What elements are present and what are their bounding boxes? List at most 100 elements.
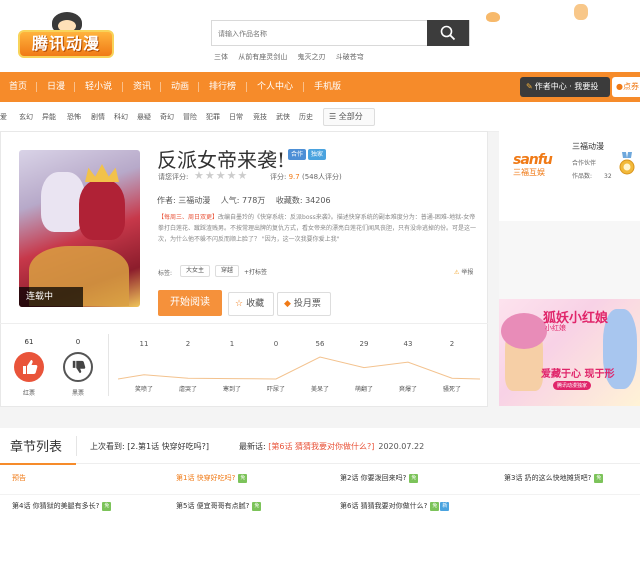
rate-label: 请您评分: <box>158 173 189 181</box>
chapter-link[interactable]: 第6话 猜猜我要对你做什么? 免新 <box>340 501 450 511</box>
header: 腾讯动漫 三体 从前有座灵剑山 鬼灭之刃 斗破苍穹 <box>0 0 640 72</box>
hot-word[interactable]: 斗破苍穹 <box>336 53 364 61</box>
popularity: 人气: 778万 <box>220 196 266 205</box>
emotion-chill[interactable]: 1 寒到了 <box>212 340 252 393</box>
start-reading-button[interactable]: 开始阅读 <box>158 290 222 316</box>
nav-personal-center[interactable]: 个人中心 <box>257 72 293 102</box>
black-vote-count: 0 <box>75 338 81 346</box>
author-center-button[interactable]: ✎ 作者中心 · 我要投 <box>520 77 610 97</box>
chapter-link[interactable]: 预告 <box>12 473 26 483</box>
author-name: 作者: 三福动漫 <box>157 196 211 205</box>
new-badge: 新 <box>440 501 450 511</box>
category-item[interactable]: 竞技 <box>253 102 267 132</box>
free-badge: 免 <box>594 473 604 483</box>
emotion-scared[interactable]: 0 吓尿了 <box>256 340 296 393</box>
chapter-link[interactable]: 第5话 便宜哥哥有点腻? 免 <box>176 501 262 511</box>
hot-word[interactable]: 鬼灭之刃 <box>297 53 325 61</box>
category-item[interactable]: 爱 <box>0 102 7 132</box>
tag-chip[interactable]: 大女主 <box>180 265 211 277</box>
hot-searches: 三体 从前有座灵剑山 鬼灭之刃 斗破苍穹 <box>214 52 372 62</box>
tags-label: 标签: <box>158 270 173 277</box>
category-item[interactable]: 悬疑 <box>137 102 151 132</box>
emotion-awesome[interactable]: 43 爽爆了 <box>388 340 428 393</box>
black-vote-label: 黑票 <box>71 390 84 397</box>
category-item[interactable]: 武侠 <box>276 102 290 132</box>
category-item[interactable]: 历史 <box>299 102 313 132</box>
category-item[interactable]: 冒险 <box>183 102 197 132</box>
nav-news[interactable]: 资讯 <box>133 72 151 102</box>
all-categories-button[interactable]: ☰ 全部分 <box>323 108 375 126</box>
report-button[interactable]: ⚠ 举报 <box>454 267 473 276</box>
search-button[interactable] <box>427 20 469 46</box>
category-item[interactable]: 玄幻 <box>19 102 33 132</box>
category-item[interactable]: 科幻 <box>114 102 128 132</box>
logo-text: 腾讯动漫 <box>31 34 100 53</box>
site-logo[interactable]: 腾讯动漫 <box>18 12 114 62</box>
list-icon: ☰ <box>329 112 339 121</box>
red-vote-count: 61 <box>24 338 34 346</box>
nav-light-novel[interactable]: 轻小说 <box>85 72 112 102</box>
chapter-header: 章节列表 上次看到: [2.第1话 快穿好吃吗?] 最新话: [第6话 猜猜我要… <box>0 428 640 465</box>
star-icon: ☆ <box>235 299 244 309</box>
ticket-icon: ◆ <box>284 299 291 309</box>
emotion-sassy[interactable]: 2 骚死了 <box>432 340 472 393</box>
thumbs-up-icon <box>14 352 44 382</box>
collect-button[interactable]: ☆ 收藏 <box>228 292 274 316</box>
promo-slogan: 爱藏于心 现于形 <box>541 369 615 380</box>
tag-chip[interactable]: 穿越 <box>215 265 240 277</box>
promo-subtitle: 小红娘 <box>545 324 566 332</box>
nav-japanese-comics[interactable]: 日漫 <box>47 72 65 102</box>
category-item[interactable]: 恐怖 <box>67 102 81 132</box>
nav-ranking[interactable]: 排行榜 <box>209 72 236 102</box>
chapter-section-title: 章节列表 <box>10 440 63 455</box>
nav-animation[interactable]: 动画 <box>171 72 189 102</box>
nav-home[interactable]: 首页 <box>9 72 27 102</box>
category-item[interactable]: 日常 <box>229 102 243 132</box>
main-nav: 首页 日漫 轻小说 资讯 动画 排行榜 个人中心 手机版 ✎ 作者中心 · 我要投… <box>0 72 640 102</box>
coop-badge: 合作 <box>288 149 307 160</box>
author-logo[interactable]: sanfu 三福互娱 <box>513 153 557 181</box>
comic-cover[interactable]: 连载中 <box>19 150 140 307</box>
chapter-link[interactable]: 第4话 你猜狱的美腿有多长? 免 <box>12 501 112 511</box>
emotion-laugh[interactable]: 11 笑喷了 <box>124 340 164 393</box>
latest-chapter[interactable]: 最新话: [第6话 猜猜我要对你做什么?] 2020.07.22 <box>239 441 424 452</box>
hot-word[interactable]: 从前有座灵剑山 <box>238 53 287 61</box>
author-panel-name[interactable]: 三福动漫 <box>572 141 604 152</box>
comic-meta: 作者: 三福动漫 人气: 778万 收藏数: 34206 <box>157 195 339 206</box>
nav-mobile[interactable]: 手机版 <box>314 72 341 102</box>
points-button[interactable]: ●点券 <box>612 77 640 97</box>
black-vote[interactable]: 0 黑票 <box>58 338 98 397</box>
category-item[interactable]: 奇幻 <box>160 102 174 132</box>
emotion-beautiful[interactable]: 56 美呆了 <box>300 340 340 393</box>
emotion-cute[interactable]: 29 萌翻了 <box>344 340 384 393</box>
chapter-link[interactable]: 第2话 你要泼回来吗? 免 <box>340 473 419 483</box>
category-item[interactable]: 剧情 <box>91 102 105 132</box>
chapter-link[interactable]: 第3话 扔的这么快地摊货吧? 免 <box>504 473 604 483</box>
medal-icon <box>619 152 635 175</box>
author-panel: sanfu 三福互娱 三福动漫 合作伙伴 作品数: 32 <box>499 131 640 221</box>
last-read[interactable]: 上次看到: [2.第1话 快穿好吃吗?] <box>90 441 209 452</box>
comic-description: 【每周三、周日双更】改编自墨玲的《快穿系统：反派boss来袭》。描述快穿系统的副… <box>158 214 477 243</box>
author-role: 合作伙伴 <box>572 160 597 167</box>
search-input[interactable] <box>212 22 428 46</box>
pen-icon: ✎ <box>526 82 533 91</box>
promo-banner[interactable]: 狐妖小红娘 小红娘 爱藏于心 现于形 腾讯动漫独家 <box>499 299 640 406</box>
free-badge: 免 <box>252 501 262 511</box>
emotion-trend-line <box>118 356 480 380</box>
category-item[interactable]: 犯罪 <box>206 102 220 132</box>
favorites-count: 收藏数: 34206 <box>275 196 331 205</box>
chapter-section: 章节列表 上次看到: [2.第1话 快穿好吃吗?] 最新话: [第6话 猜猜我要… <box>0 428 640 566</box>
thumbs-down-icon <box>63 352 93 382</box>
rating-stars[interactable]: ★★★★★ <box>194 169 248 182</box>
add-tag-button[interactable]: +打标签 <box>244 267 267 276</box>
score-value: 9.7 <box>288 173 300 181</box>
monthly-vote-button[interactable]: ◆ 投月票 <box>277 292 331 316</box>
hot-word[interactable]: 三体 <box>214 53 228 61</box>
works-count: 作品数: 32 <box>572 173 612 180</box>
chapter-link[interactable]: 第1话 快穿好吃吗? 免 <box>176 473 248 483</box>
red-vote[interactable]: 61 红票 <box>9 338 49 397</box>
score-text: 评分: 9.7 (548人评分) <box>270 173 342 181</box>
emotion-cry[interactable]: 2 虐哭了 <box>168 340 208 393</box>
category-item[interactable]: 异能 <box>42 102 56 132</box>
free-badge: 免 <box>102 501 112 511</box>
